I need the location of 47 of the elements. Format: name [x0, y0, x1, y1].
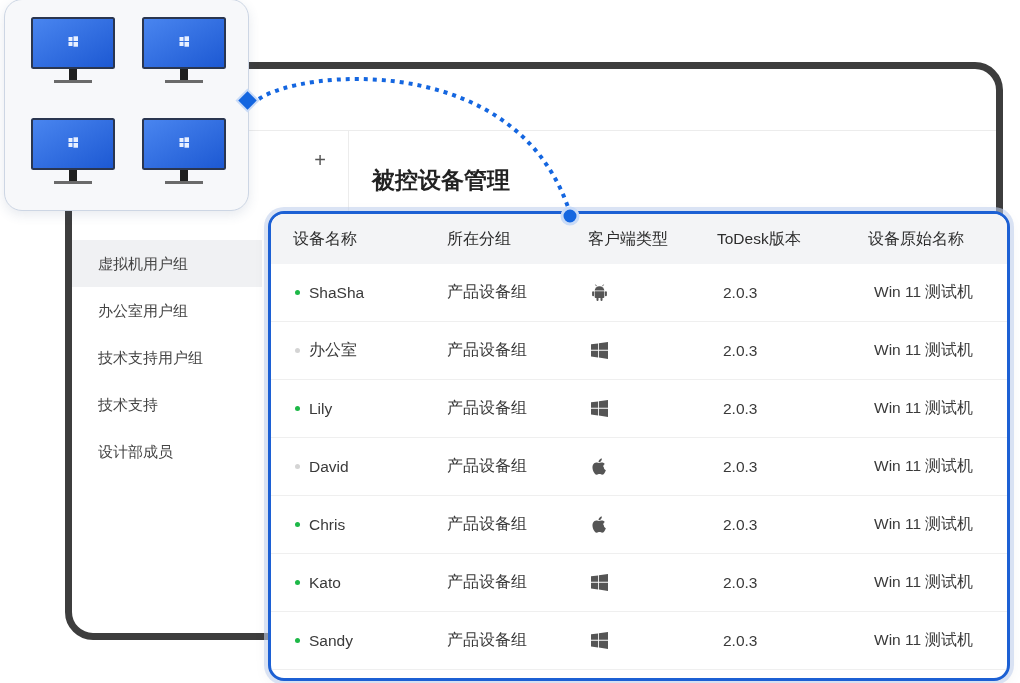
original-name: Win 11 测试机: [874, 340, 974, 360]
device-name: Lily: [309, 399, 333, 418]
column-header: 所在分组: [447, 228, 511, 249]
windows-icon: [591, 400, 608, 417]
original-name: Win 11 测试机: [874, 572, 974, 592]
original-name: Win 11 测试机: [874, 630, 974, 650]
version-text: 2.0.3: [723, 399, 758, 418]
group-name: 产品设备组: [447, 630, 527, 650]
device-name: Kato: [309, 573, 341, 592]
original-name: Win 11 测试机: [874, 398, 974, 418]
column-header: 设备名称: [293, 228, 357, 249]
group-name: 产品设备组: [447, 572, 527, 592]
group-name: 产品设备组: [447, 398, 527, 418]
group-name: 产品设备组: [447, 282, 527, 302]
sidebar-item[interactable]: 技术支持用户组: [72, 334, 262, 381]
group-name: 产品设备组: [447, 340, 527, 360]
sidebar-item[interactable]: 办公室用户组: [72, 287, 262, 334]
version-text: 2.0.3: [723, 341, 758, 360]
column-header: 客户端类型: [588, 228, 668, 249]
device-name: Sandy: [309, 631, 353, 650]
original-name: Win 11 测试机: [874, 282, 974, 302]
device-name: ShaSha: [309, 283, 365, 302]
group-name: 产品设备组: [447, 456, 527, 476]
windows-icon: [591, 574, 608, 591]
sidebar-item[interactable]: 虚拟机用户组: [72, 240, 262, 287]
original-name: Win 11 测试机: [874, 514, 974, 534]
column-header: ToDesk版本: [717, 228, 801, 249]
android-icon: [591, 284, 608, 301]
device-name: Chris: [309, 515, 346, 534]
version-text: 2.0.3: [723, 631, 758, 650]
sidebar-item[interactable]: 技术支持: [72, 381, 262, 428]
version-text: 2.0.3: [723, 573, 758, 592]
original-name: Win 11 测试机: [874, 456, 974, 476]
version-text: 2.0.3: [723, 515, 758, 534]
column-header: 设备原始名称: [868, 228, 964, 249]
windows-icon: [591, 342, 608, 359]
version-text: 2.0.3: [723, 457, 758, 476]
windows-icon: [591, 632, 608, 649]
apple-icon: [591, 516, 608, 533]
sidebar-item[interactable]: 设计部成员: [72, 428, 262, 475]
device-name: 办公室: [309, 340, 357, 360]
add-button[interactable]: +: [312, 149, 328, 171]
group-name: 产品设备组: [447, 514, 527, 534]
page-title: 被控设备管理: [372, 166, 510, 195]
device-name: David: [309, 457, 349, 476]
version-text: 2.0.3: [723, 283, 758, 302]
apple-icon: [591, 458, 608, 475]
